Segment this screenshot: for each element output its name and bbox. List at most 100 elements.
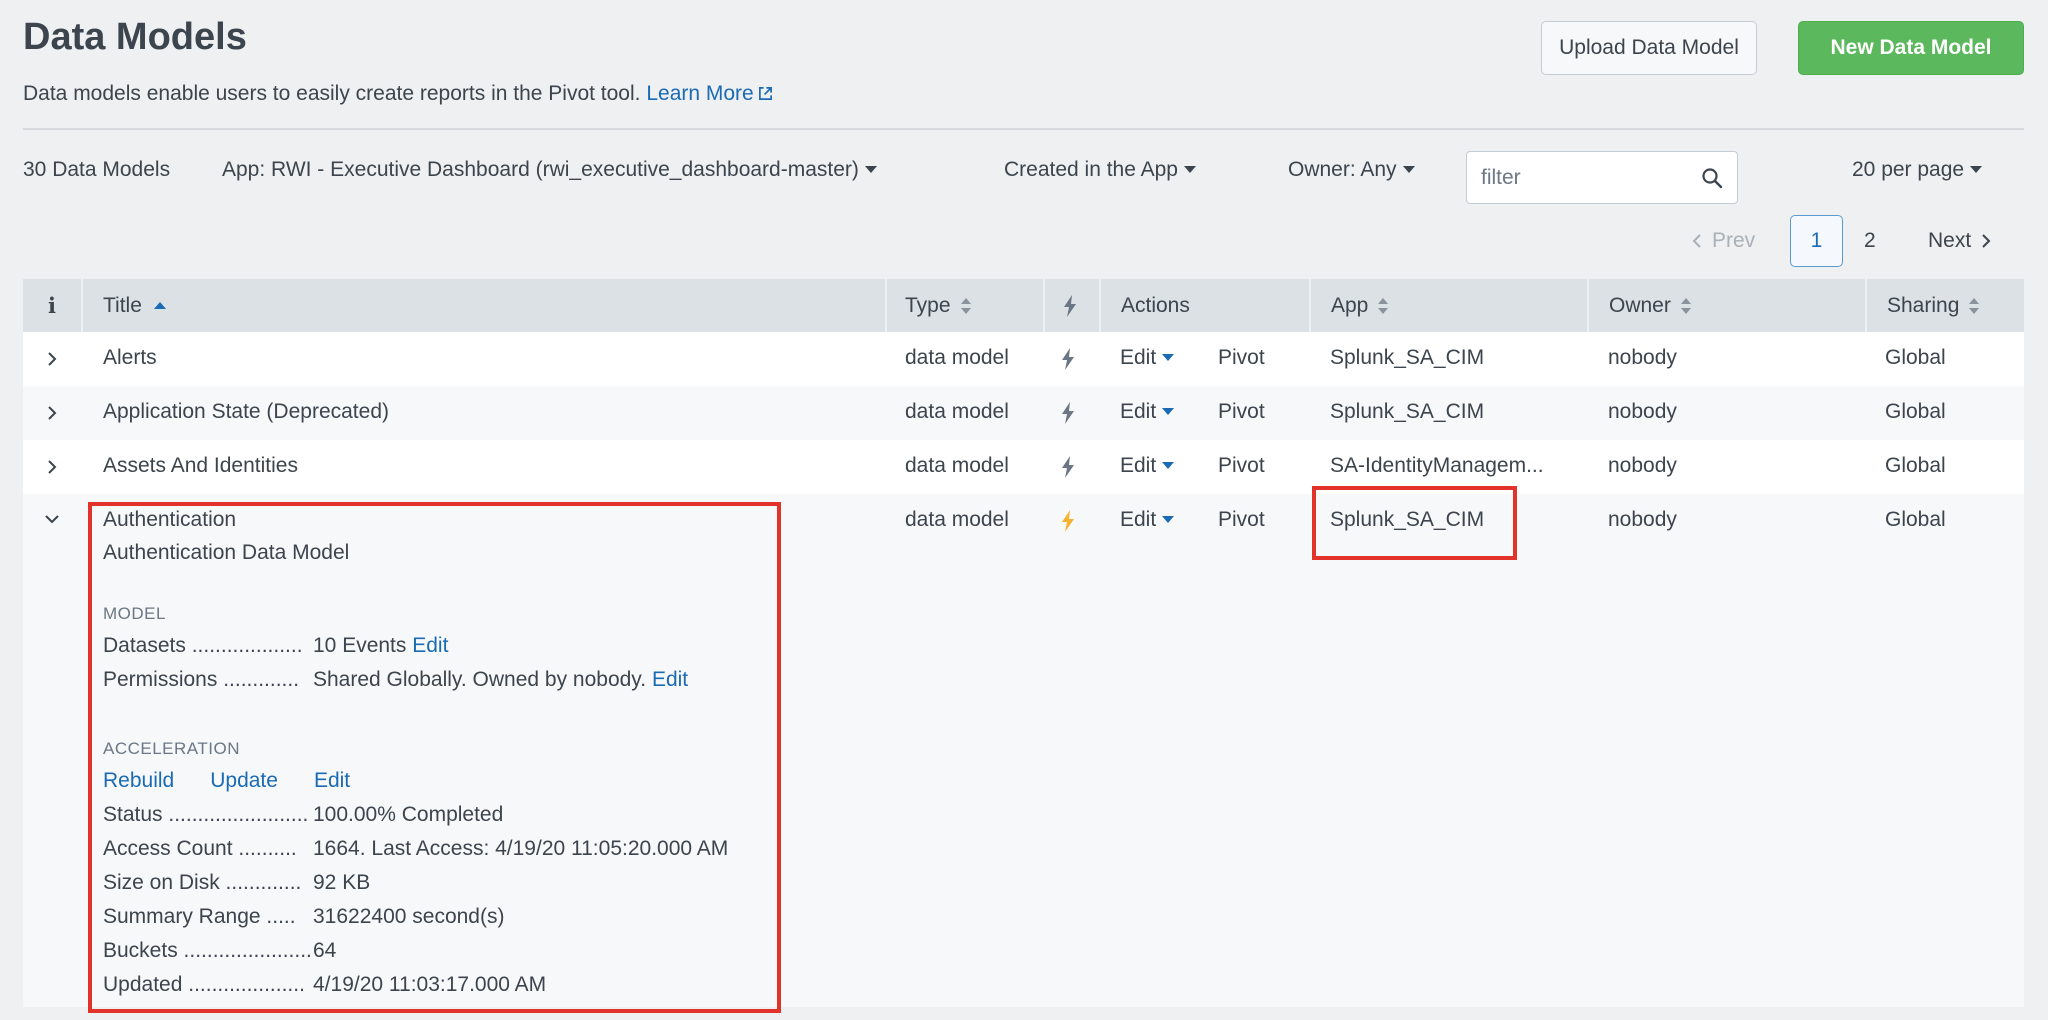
header-divider (23, 128, 2024, 130)
caret-down-icon (1162, 516, 1175, 523)
row-owner: nobody (1608, 400, 1677, 423)
column-header-title[interactable]: Title (103, 279, 166, 332)
row-pivot-link[interactable]: Pivot (1218, 508, 1265, 532)
row-app: Splunk_SA_CIM (1330, 400, 1485, 423)
table-row: Application State (Deprecated) data mode… (23, 386, 2024, 440)
row-type: data model (905, 346, 1009, 369)
pagination-next[interactable]: Next (1928, 215, 1991, 267)
next-label: Next (1928, 229, 1972, 252)
row-title-link[interactable]: Alerts (103, 346, 157, 370)
row-app: SA-IdentityManagem... (1330, 454, 1544, 477)
caret-down-icon (1162, 462, 1175, 469)
edit-label: Edit (1120, 346, 1157, 369)
caret-down-icon (1162, 408, 1175, 415)
pagination-page-2[interactable]: 2 (1864, 215, 1876, 267)
owner-filter-label: Owner: Any (1288, 158, 1397, 181)
sort-icon (960, 297, 971, 314)
search-icon[interactable] (1701, 167, 1723, 189)
row-edit-dropdown[interactable]: Edit (1120, 454, 1175, 478)
data-model-count: 30 Data Models (23, 158, 171, 181)
app-filter-dropdown[interactable]: App: RWI - Executive Dashboard (rwi_exec… (222, 158, 877, 182)
row-sharing: Global (1885, 400, 1946, 423)
sharing-header-label: Sharing (1887, 293, 1960, 317)
edit-label: Edit (1120, 508, 1157, 531)
column-header-sharing[interactable]: Sharing (1887, 279, 1980, 332)
chevron-right-icon[interactable] (45, 352, 59, 366)
row-owner: nobody (1608, 508, 1677, 531)
sort-ascending-icon (153, 302, 166, 309)
title-header-label: Title (103, 293, 142, 317)
external-link-icon (758, 87, 772, 100)
chevron-right-icon[interactable] (45, 460, 59, 474)
column-header-type[interactable]: Type (905, 279, 971, 332)
filter-input[interactable] (1481, 166, 1691, 190)
highlight-box-app (1312, 486, 1517, 560)
learn-more-label: Learn More (646, 82, 754, 105)
row-app: Splunk_SA_CIM (1330, 346, 1485, 369)
row-edit-dropdown[interactable]: Edit (1120, 346, 1175, 370)
lightning-bolt-accelerated-icon (1062, 510, 1074, 532)
column-header-owner[interactable]: Owner (1609, 279, 1691, 332)
created-filter-dropdown[interactable]: Created in the App (1004, 158, 1196, 182)
sort-icon (1969, 297, 1980, 314)
row-type: data model (905, 454, 1009, 477)
column-header-actions: Actions (1121, 293, 1190, 317)
row-title-link[interactable]: Application State (Deprecated) (103, 400, 389, 424)
row-pivot-link[interactable]: Pivot (1218, 400, 1265, 424)
edit-label: Edit (1120, 400, 1157, 423)
caret-down-icon (1183, 166, 1196, 173)
row-type: data model (905, 400, 1009, 423)
pagination-page-1[interactable]: 1 (1790, 215, 1843, 267)
page-title: Data Models (23, 16, 247, 58)
chevron-left-icon (1692, 234, 1701, 248)
prev-label: Prev (1712, 229, 1756, 252)
sort-icon (1378, 297, 1389, 314)
table-row: Alerts data model Edit Pivot Splunk_SA_C… (23, 332, 2024, 386)
row-edit-dropdown[interactable]: Edit (1120, 508, 1175, 532)
app-filter-label: App: RWI - Executive Dashboard (rwi_exec… (222, 158, 859, 181)
page-subtitle: Data models enable users to easily creat… (23, 82, 773, 106)
learn-more-link[interactable]: Learn More (646, 82, 772, 105)
table-row: Assets And Identities data model Edit Pi… (23, 440, 2024, 494)
row-type: data model (905, 508, 1009, 531)
highlight-box-details (88, 502, 781, 1013)
app-header-label: App (1331, 293, 1369, 317)
caret-down-icon (864, 166, 877, 173)
row-sharing: Global (1885, 508, 1946, 531)
column-header-app[interactable]: App (1331, 279, 1389, 332)
pagination-prev[interactable]: Prev (1692, 215, 1755, 267)
caret-down-icon (1402, 166, 1415, 173)
filter-search-box (1466, 151, 1738, 204)
column-header-acceleration[interactable] (1063, 279, 1077, 332)
row-title-link[interactable]: Assets And Identities (103, 454, 298, 478)
chevron-down-icon[interactable] (45, 512, 59, 526)
edit-label: Edit (1120, 454, 1157, 477)
caret-down-icon (1162, 354, 1175, 361)
subtitle-text: Data models enable users to easily creat… (23, 82, 641, 105)
per-page-dropdown[interactable]: 20 per page (1852, 158, 1983, 182)
column-header-info: i (48, 293, 56, 318)
table-header: i Title Type Actions App Owner Sharing (23, 279, 2024, 332)
sort-icon (1680, 297, 1691, 314)
row-edit-dropdown[interactable]: Edit (1120, 400, 1175, 424)
per-page-label: 20 per page (1852, 158, 1965, 181)
row-sharing: Global (1885, 346, 1946, 369)
row-owner: nobody (1608, 454, 1677, 477)
owner-filter-dropdown[interactable]: Owner: Any (1288, 158, 1415, 182)
row-owner: nobody (1608, 346, 1677, 369)
caret-down-icon (1970, 166, 1983, 173)
chevron-right-icon (1982, 234, 1991, 248)
row-pivot-link[interactable]: Pivot (1218, 454, 1265, 478)
new-data-model-button[interactable]: New Data Model (1798, 21, 2024, 75)
lightning-bolt-icon (1062, 402, 1074, 424)
type-header-label: Type (905, 293, 951, 317)
lightning-bolt-icon (1062, 456, 1074, 478)
chevron-right-icon[interactable] (45, 406, 59, 420)
row-sharing: Global (1885, 454, 1946, 477)
owner-header-label: Owner (1609, 293, 1671, 317)
created-filter-label: Created in the App (1004, 158, 1178, 181)
upload-data-model-button[interactable]: Upload Data Model (1541, 21, 1757, 75)
row-pivot-link[interactable]: Pivot (1218, 346, 1265, 370)
lightning-bolt-icon (1062, 348, 1074, 370)
lightning-bolt-icon (1064, 294, 1076, 317)
